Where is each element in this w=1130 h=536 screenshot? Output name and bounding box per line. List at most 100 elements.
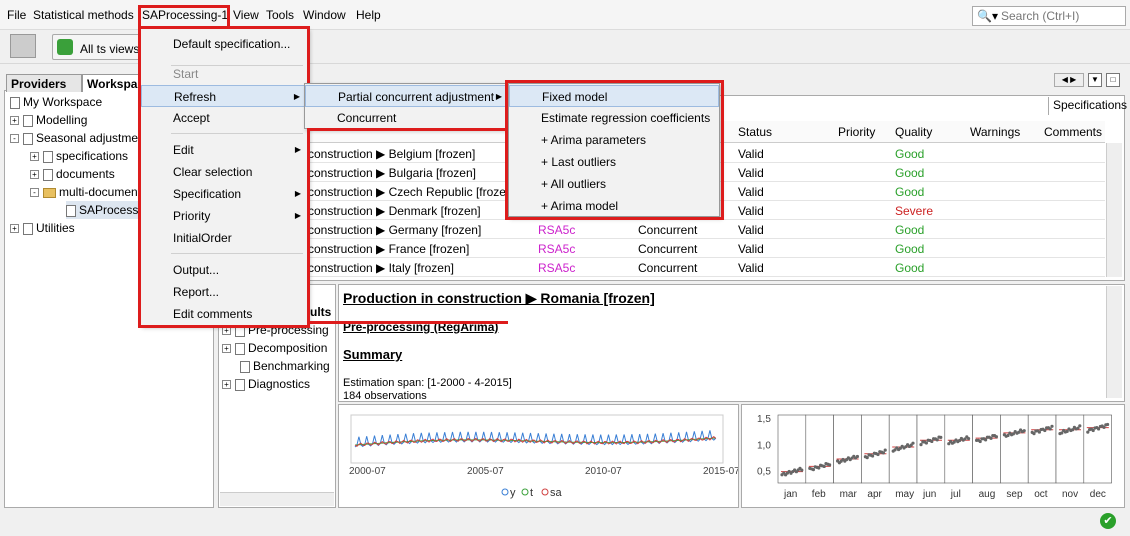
menu-edit-comments[interactable]: Edit comments — [141, 303, 307, 325]
expand-icon[interactable]: + — [30, 152, 39, 162]
month-point — [1022, 429, 1026, 433]
menu-refresh[interactable]: Refresh ▶ — [141, 85, 307, 107]
expand-icon[interactable]: + — [10, 224, 19, 234]
maximize-icon[interactable]: □ — [1106, 73, 1120, 87]
seasonal-icon — [23, 132, 33, 145]
menu-specification[interactable]: Specification ▶ — [141, 183, 307, 205]
month-point — [984, 438, 988, 442]
tab-workspace[interactable]: Workspace — [82, 74, 142, 92]
menu-accept[interactable]: Accept — [141, 107, 307, 129]
menu-partial-concurrent[interactable]: Partial concurrent adjustment ▶ — [305, 85, 509, 107]
all-ts-views-button[interactable]: All ts views — [52, 34, 142, 60]
month-point — [1078, 424, 1082, 428]
table-scrollbar[interactable] — [1106, 143, 1122, 277]
nav-arrows-icon[interactable]: ◀ ▶ — [1054, 73, 1084, 87]
cell-series: construction ▶ Italy [frozen] — [308, 261, 454, 275]
tree-specifications[interactable]: + specifications — [30, 147, 128, 165]
tree-label: My Workspace — [23, 95, 103, 109]
search-icon[interactable]: 🔍▾ — [977, 9, 998, 23]
search-input[interactable]: 🔍▾ Search (Ctrl+I) — [972, 6, 1126, 26]
col-priority[interactable]: Priority — [838, 125, 875, 139]
cell-status: Valid — [738, 261, 764, 275]
results-benchmarking[interactable]: Benchmarking — [240, 357, 330, 375]
results-decomposition[interactable]: + Decomposition — [222, 339, 327, 357]
col-warnings[interactable]: Warnings — [970, 125, 1020, 139]
menu-saprocessing[interactable]: SAProcessing-1 — [142, 8, 228, 22]
tree-my-workspace[interactable]: My Workspace — [10, 93, 102, 111]
table-row[interactable]: construction ▶ Italy [frozen] RSA5c Concur… — [218, 258, 1105, 277]
month-panel — [972, 414, 1001, 484]
doc-observations: 184 observations — [343, 390, 427, 400]
menu-tools[interactable]: Tools — [266, 8, 294, 22]
menu-concurrent[interactable]: Concurrent — [305, 107, 509, 129]
tree-seasonal-adjustment[interactable]: - Seasonal adjustment — [10, 129, 148, 147]
menu-all-outliers[interactable]: + All outliers — [509, 173, 719, 195]
table-row[interactable]: construction ▶ France [frozen] RSA5c Concu… — [218, 239, 1105, 258]
menu-window[interactable]: Window — [303, 8, 346, 22]
tree-utilities[interactable]: + Utilities — [10, 219, 75, 237]
month-point — [994, 435, 998, 439]
results-diagnostics[interactable]: + Diagnostics — [222, 375, 310, 393]
expand-icon[interactable]: + — [10, 116, 19, 126]
tree-label: Decomposition — [248, 341, 328, 355]
col-status[interactable]: Status — [738, 125, 772, 139]
col-comments[interactable]: Comments — [1044, 125, 1102, 139]
menu-clear-selection[interactable]: Clear selection — [141, 161, 307, 183]
expand-icon[interactable]: + — [222, 344, 231, 354]
menu-output[interactable]: Output... — [141, 259, 307, 281]
tree-label: Benchmarking — [253, 359, 330, 373]
doc-subtitle[interactable]: Pre-processing (RegArima) — [343, 320, 498, 334]
tree-modelling[interactable]: + Modelling — [10, 111, 87, 129]
y-tick-label: 0,5 — [757, 467, 771, 478]
folder-icon — [43, 187, 56, 198]
dropdown-icon[interactable]: ▼ — [1088, 73, 1102, 87]
expand-icon[interactable]: + — [30, 170, 39, 180]
menu-arima-parameters[interactable]: + Arima parameters — [509, 129, 719, 151]
partial-submenu: Fixed model Estimate regression coeffici… — [508, 83, 720, 217]
tree-multi-documents[interactable]: - multi-documents — [30, 183, 147, 201]
expand-icon[interactable]: + — [222, 380, 231, 390]
col-quality[interactable]: Quality — [895, 125, 932, 139]
tab-providers[interactable]: Providers — [6, 74, 82, 92]
tree-documents[interactable]: + documents — [30, 165, 115, 183]
month-point — [978, 439, 982, 444]
save-all-icon[interactable] — [10, 34, 36, 58]
menu-fixed-model[interactable]: Fixed model — [509, 85, 719, 107]
menu-initial-order[interactable]: InitialOrder — [141, 227, 307, 249]
menu-last-outliers[interactable]: + Last outliers — [509, 151, 719, 173]
doc-scrollbar[interactable] — [1106, 286, 1122, 398]
month-point — [800, 468, 804, 472]
menu-arima-model[interactable]: + Arima model — [509, 195, 719, 217]
month-point — [883, 448, 887, 452]
y-tick-label: 1,5 — [757, 414, 771, 425]
menu-estimate-regression[interactable]: Estimate regression coefficients — [509, 107, 719, 129]
specifications-button[interactable]: Specifications — [1048, 97, 1127, 115]
doc-icon — [240, 360, 250, 373]
submenu-arrow-icon: ▶ — [294, 211, 301, 220]
results-header: ults — [310, 305, 332, 319]
submenu-arrow-icon: ▶ — [293, 92, 300, 101]
workspace-icon — [10, 96, 20, 109]
collapse-icon[interactable]: - — [10, 134, 19, 144]
month-panel — [916, 414, 946, 484]
expand-icon[interactable]: + — [222, 326, 231, 336]
cell-quality: Good — [895, 242, 925, 256]
menu-start[interactable]: Start — [141, 63, 307, 85]
menu-statistical-methods[interactable]: Statistical methods — [33, 8, 134, 22]
month-label: nov — [1062, 489, 1078, 500]
results-hscrollbar[interactable] — [220, 492, 334, 506]
menu-default-specification[interactable]: Default specification... — [141, 33, 307, 55]
menu-priority[interactable]: Priority ▶ — [141, 205, 307, 227]
menu-file[interactable]: File — [7, 8, 26, 22]
menu-report[interactable]: Report... — [141, 281, 307, 303]
month-point — [817, 466, 821, 470]
menu-help[interactable]: Help — [356, 8, 381, 22]
cell-quality: Good — [895, 147, 925, 161]
month-point — [822, 464, 826, 469]
saprocessing-menu: Default specification... Start Refresh ▶ … — [140, 28, 308, 326]
collapse-icon[interactable]: - — [30, 188, 39, 198]
menu-edit[interactable]: Edit ▶ — [141, 139, 307, 161]
table-row[interactable]: construction ▶ Germany [frozen] RSA5c Conc… — [218, 220, 1105, 239]
menu-view[interactable]: View — [233, 8, 259, 22]
cell-method: RSA5c — [538, 242, 576, 256]
